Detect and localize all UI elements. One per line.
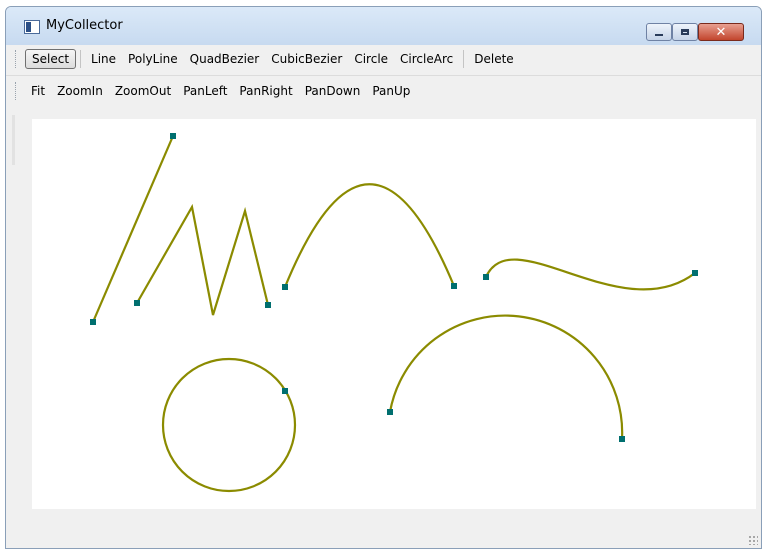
handle-point[interactable] xyxy=(90,319,96,325)
handle-point[interactable] xyxy=(282,388,288,394)
circle-shape[interactable] xyxy=(161,357,297,493)
fit-button[interactable]: Fit xyxy=(25,81,51,101)
app-icon xyxy=(24,20,40,34)
handle-point[interactable] xyxy=(282,284,288,290)
app-window: MyCollector ✕ Select Line PolyLine QuadB… xyxy=(5,6,762,549)
left-edge-highlight xyxy=(12,115,15,165)
pan-down-button[interactable]: PanDown xyxy=(299,81,367,101)
delete-button[interactable]: Delete xyxy=(468,49,519,69)
handle-point[interactable] xyxy=(483,274,489,280)
toolbar-grip[interactable] xyxy=(15,82,19,100)
zoom-out-button[interactable]: ZoomOut xyxy=(109,81,177,101)
handle-point[interactable] xyxy=(170,133,176,139)
tool-circle-button[interactable]: Circle xyxy=(348,49,394,69)
pan-up-button[interactable]: PanUp xyxy=(366,81,416,101)
close-button[interactable]: ✕ xyxy=(698,23,744,41)
handle-point[interactable] xyxy=(134,300,140,306)
tool-line-button[interactable]: Line xyxy=(85,49,122,69)
tool-quadbezier-button[interactable]: QuadBezier xyxy=(184,49,266,69)
tool-circlearc-button[interactable]: CircleArc xyxy=(394,49,459,69)
minimize-button[interactable] xyxy=(646,23,672,41)
handle-point[interactable] xyxy=(387,409,393,415)
drawing-canvas[interactable] xyxy=(32,119,756,509)
tool-select-button[interactable]: Select xyxy=(25,49,77,69)
window-title: MyCollector xyxy=(46,18,123,33)
view-toolbar: Fit ZoomIn ZoomOut PanLeft PanRight PanD… xyxy=(6,77,761,105)
title-bar[interactable]: MyCollector ✕ xyxy=(6,7,761,45)
draw-toolbar: Select Line PolyLine QuadBezier CubicBez… xyxy=(6,45,761,73)
minimize-icon xyxy=(655,34,663,36)
handle-point[interactable] xyxy=(265,302,271,308)
zoom-in-button[interactable]: ZoomIn xyxy=(51,81,109,101)
pan-left-button[interactable]: PanLeft xyxy=(177,81,233,101)
toolbar-separator xyxy=(80,50,82,68)
handle-point[interactable] xyxy=(692,270,698,276)
cubicbezier-shape[interactable] xyxy=(484,258,696,291)
maximize-button[interactable] xyxy=(672,23,698,41)
drawing-surface[interactable] xyxy=(32,119,756,509)
polyline-shape[interactable] xyxy=(136,203,270,316)
toolbar-separator xyxy=(463,50,465,68)
toolbar-grip[interactable] xyxy=(15,50,19,68)
handle-point[interactable] xyxy=(619,436,625,442)
circlearc-shape[interactable] xyxy=(388,314,624,440)
quadbezier-shape[interactable] xyxy=(283,183,456,288)
maximize-icon xyxy=(681,29,689,35)
tool-polyline-button[interactable]: PolyLine xyxy=(122,49,184,69)
toolbar-divider xyxy=(6,75,761,76)
resize-grip[interactable] xyxy=(748,535,758,545)
handle-point[interactable] xyxy=(451,283,457,289)
tool-cubicbezier-button[interactable]: CubicBezier xyxy=(265,49,348,69)
close-icon: ✕ xyxy=(715,24,727,40)
line-shape[interactable] xyxy=(91,135,175,323)
pan-right-button[interactable]: PanRight xyxy=(233,81,298,101)
